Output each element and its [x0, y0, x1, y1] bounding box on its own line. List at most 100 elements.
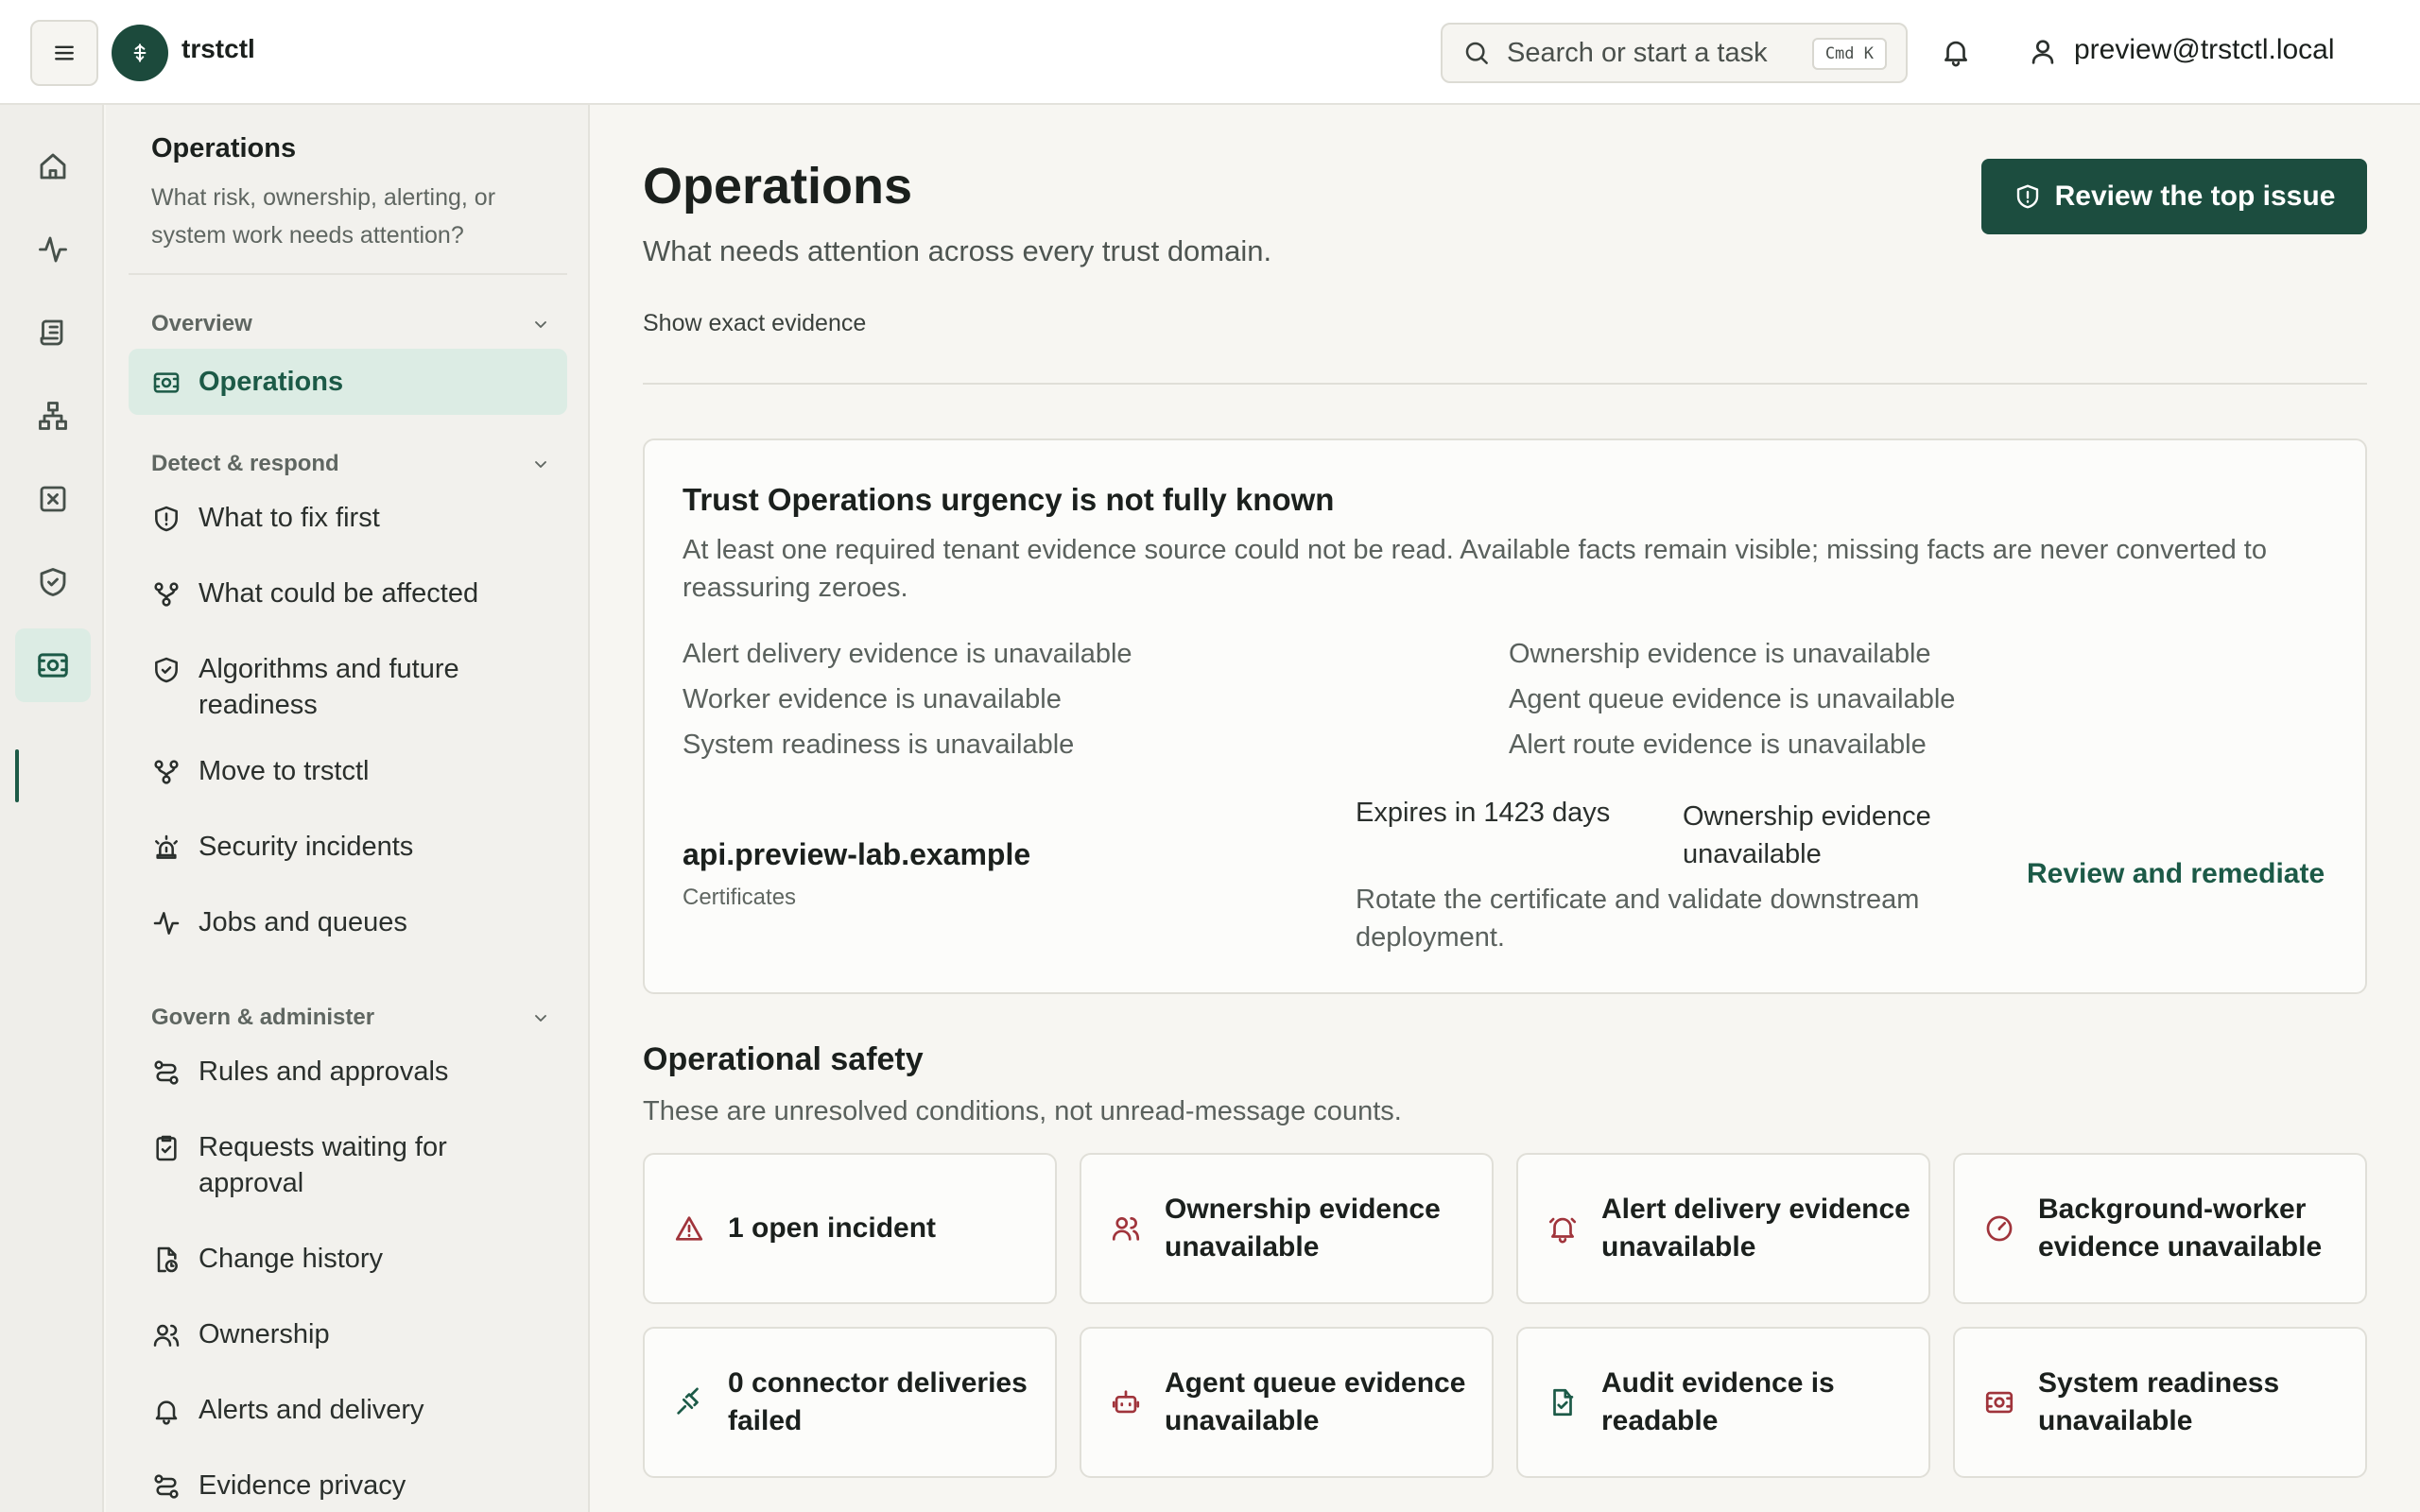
menu-icon [55, 45, 74, 60]
sidebar-item-operations[interactable]: Operations [129, 349, 567, 415]
safety-tile-audit-evidence[interactable]: Audit evidence is readable [1516, 1327, 1930, 1478]
section-label: Detect & respond [151, 451, 339, 476]
sidebar-item-move-to-trstctl[interactable]: Move to trstctl [129, 753, 567, 797]
sidebar-item-change-history[interactable]: Change history [129, 1241, 567, 1284]
rail-policies[interactable] [15, 296, 91, 369]
evidence-gap: Worker evidence is unavailable [683, 684, 1062, 714]
section-govern-administer[interactable]: Govern & administer [151, 1001, 552, 1035]
rail-activity[interactable] [15, 213, 91, 286]
search-input[interactable]: Search or start a task Cmd K [1441, 23, 1908, 83]
safety-tile-system-readiness[interactable]: System readiness unavailable [1953, 1327, 2367, 1478]
rail-topology[interactable] [15, 379, 91, 453]
sidebar-item-rules-and-approvals[interactable]: Rules and approvals [129, 1054, 567, 1097]
tile-label: Audit evidence is readable [1601, 1367, 1835, 1436]
sidebar-item-ownership[interactable]: Ownership [129, 1316, 567, 1360]
safety-tile-ownership[interactable]: Ownership evidence unavailable [1080, 1153, 1494, 1304]
bell-icon [1945, 41, 1967, 67]
home-icon [40, 153, 66, 180]
user-icon [2027, 36, 2059, 68]
scroll-icon [40, 319, 63, 346]
section-subtitle: These are unresolved conditions, not unr… [643, 1096, 1402, 1126]
review-and-remediate-link[interactable]: Review and remediate [2027, 858, 2325, 890]
bot-icon [1112, 1390, 1140, 1414]
safety-tile-open-incident[interactable]: 1 open incident [643, 1153, 1057, 1304]
sidebar-item-jobs-and-queues[interactable]: Jobs and queues [129, 904, 567, 948]
evidence-gap: Alert route evidence is unavailable [1509, 730, 1927, 760]
plug-icon [677, 1387, 699, 1415]
rail-active-indicator [15, 749, 19, 802]
safety-tile-background-worker[interactable]: Background-worker evidence unavailable [1953, 1153, 2367, 1304]
activity-icon [39, 236, 67, 263]
rail-home[interactable] [15, 129, 91, 203]
rail-security[interactable] [15, 545, 91, 619]
sidebar-item-algorithms-readiness[interactable]: Algorithms and future readiness [129, 651, 567, 730]
review-top-issue-button[interactable]: Review the top issue [1981, 159, 2367, 234]
show-evidence-toggle[interactable]: Show exact evidence [643, 310, 866, 337]
tile-label: Alert delivery evidence unavailable [1601, 1194, 1910, 1263]
rail-operations[interactable] [15, 628, 91, 702]
app-rail [0, 105, 104, 1512]
siren-icon [155, 834, 178, 859]
section-overview[interactable]: Overview [151, 307, 552, 341]
sidebar-title: Operations [151, 133, 297, 163]
gauge-icon [1986, 1215, 2013, 1242]
section-detect-respond[interactable]: Detect & respond [151, 447, 552, 481]
sidebar-item-label: Requests waiting for approval [199, 1132, 447, 1198]
issue-recommendation: Rotate the certificate and validate down… [1356, 885, 1920, 953]
branch-icon [154, 582, 179, 607]
operations-icon [38, 653, 68, 678]
evidence-gap: Ownership evidence is unavailable [1509, 639, 1931, 669]
notifications-button[interactable] [1940, 36, 1972, 68]
menu-button[interactable] [30, 20, 98, 86]
users-icon [1112, 1217, 1140, 1241]
issue-host: api.preview-lab.example [683, 837, 1031, 871]
user-menu[interactable]: preview@trstctl.local [2074, 34, 2335, 66]
x-square-icon [40, 486, 66, 512]
section-label: Overview [151, 311, 252, 336]
brand-logo[interactable] [112, 25, 168, 81]
sidebar-item-label: Move to trstctl [199, 756, 370, 786]
issue-expiry: Expires in 1423 days [1356, 798, 1611, 828]
clipboard-check-icon [156, 1135, 177, 1161]
brand-name: trstctl [182, 34, 255, 63]
sidebar-item-label: Algorithms and future readiness [199, 654, 459, 720]
section-label: Govern & administer [151, 1005, 375, 1030]
keyboard-shortcut-badge: Cmd K [1811, 38, 1887, 70]
file-check-icon [1553, 1388, 1574, 1417]
sidebar-item-alerts-and-delivery[interactable]: Alerts and delivery [129, 1392, 567, 1435]
card-title: Trust Operations urgency is not fully kn… [683, 482, 1335, 517]
issue-ownership: Ownership evidence unavailable [1683, 801, 1931, 869]
shield-alert-icon [155, 506, 178, 532]
chevron-down-icon [535, 461, 546, 468]
rail-x[interactable] [15, 462, 91, 536]
sidebar-item-label: Operations [199, 367, 344, 397]
shield-alert-icon [2016, 184, 2038, 209]
sidebar-item-what-to-fix-first[interactable]: What to fix first [129, 500, 567, 543]
shield-check-icon [40, 568, 66, 596]
sidebar-item-label: Change history [199, 1244, 384, 1274]
safety-tile-alert-delivery[interactable]: Alert delivery evidence unavailable [1516, 1153, 1930, 1304]
top-bar: trstctl Search or start a task Cmd K pre… [0, 0, 2420, 105]
activity-icon [153, 912, 180, 935]
sidebar-item-evidence-privacy[interactable]: Evidence privacy [129, 1468, 567, 1511]
sidebar-item-security-incidents[interactable]: Security incidents [129, 829, 567, 872]
sidebar-item-label: Rules and approvals [199, 1057, 449, 1087]
route-icon [154, 1474, 179, 1499]
sidebar-item-label: What could be affected [199, 578, 479, 609]
evidence-gap: Agent queue evidence is unavailable [1509, 684, 1956, 714]
card-body: At least one required tenant evidence so… [683, 535, 2267, 603]
sidebar-item-label: Jobs and queues [199, 907, 407, 937]
main-divider [643, 383, 2367, 385]
chevron-down-icon [535, 1015, 546, 1022]
evidence-gap: Alert delivery evidence is unavailable [683, 639, 1132, 669]
sidebar-item-requests-waiting[interactable]: Requests waiting for approval [129, 1129, 567, 1209]
safety-tile-connector-deliveries[interactable]: 0 connector deliveries failed [643, 1327, 1057, 1478]
tile-label: Agent queue evidence unavailable [1165, 1367, 1466, 1436]
tile-label: Background-worker evidence unavailable [2038, 1194, 2323, 1263]
sidebar: Operations What risk, ownership, alertin… [106, 105, 590, 1512]
tile-label: 0 connector deliveries failed [728, 1367, 1028, 1436]
sidebar-item-what-could-be-affected[interactable]: What could be affected [129, 576, 567, 619]
safety-tile-agent-queue[interactable]: Agent queue evidence unavailable [1080, 1327, 1494, 1478]
search-icon [1465, 42, 1488, 64]
bell-ring-icon [1548, 1217, 1577, 1244]
